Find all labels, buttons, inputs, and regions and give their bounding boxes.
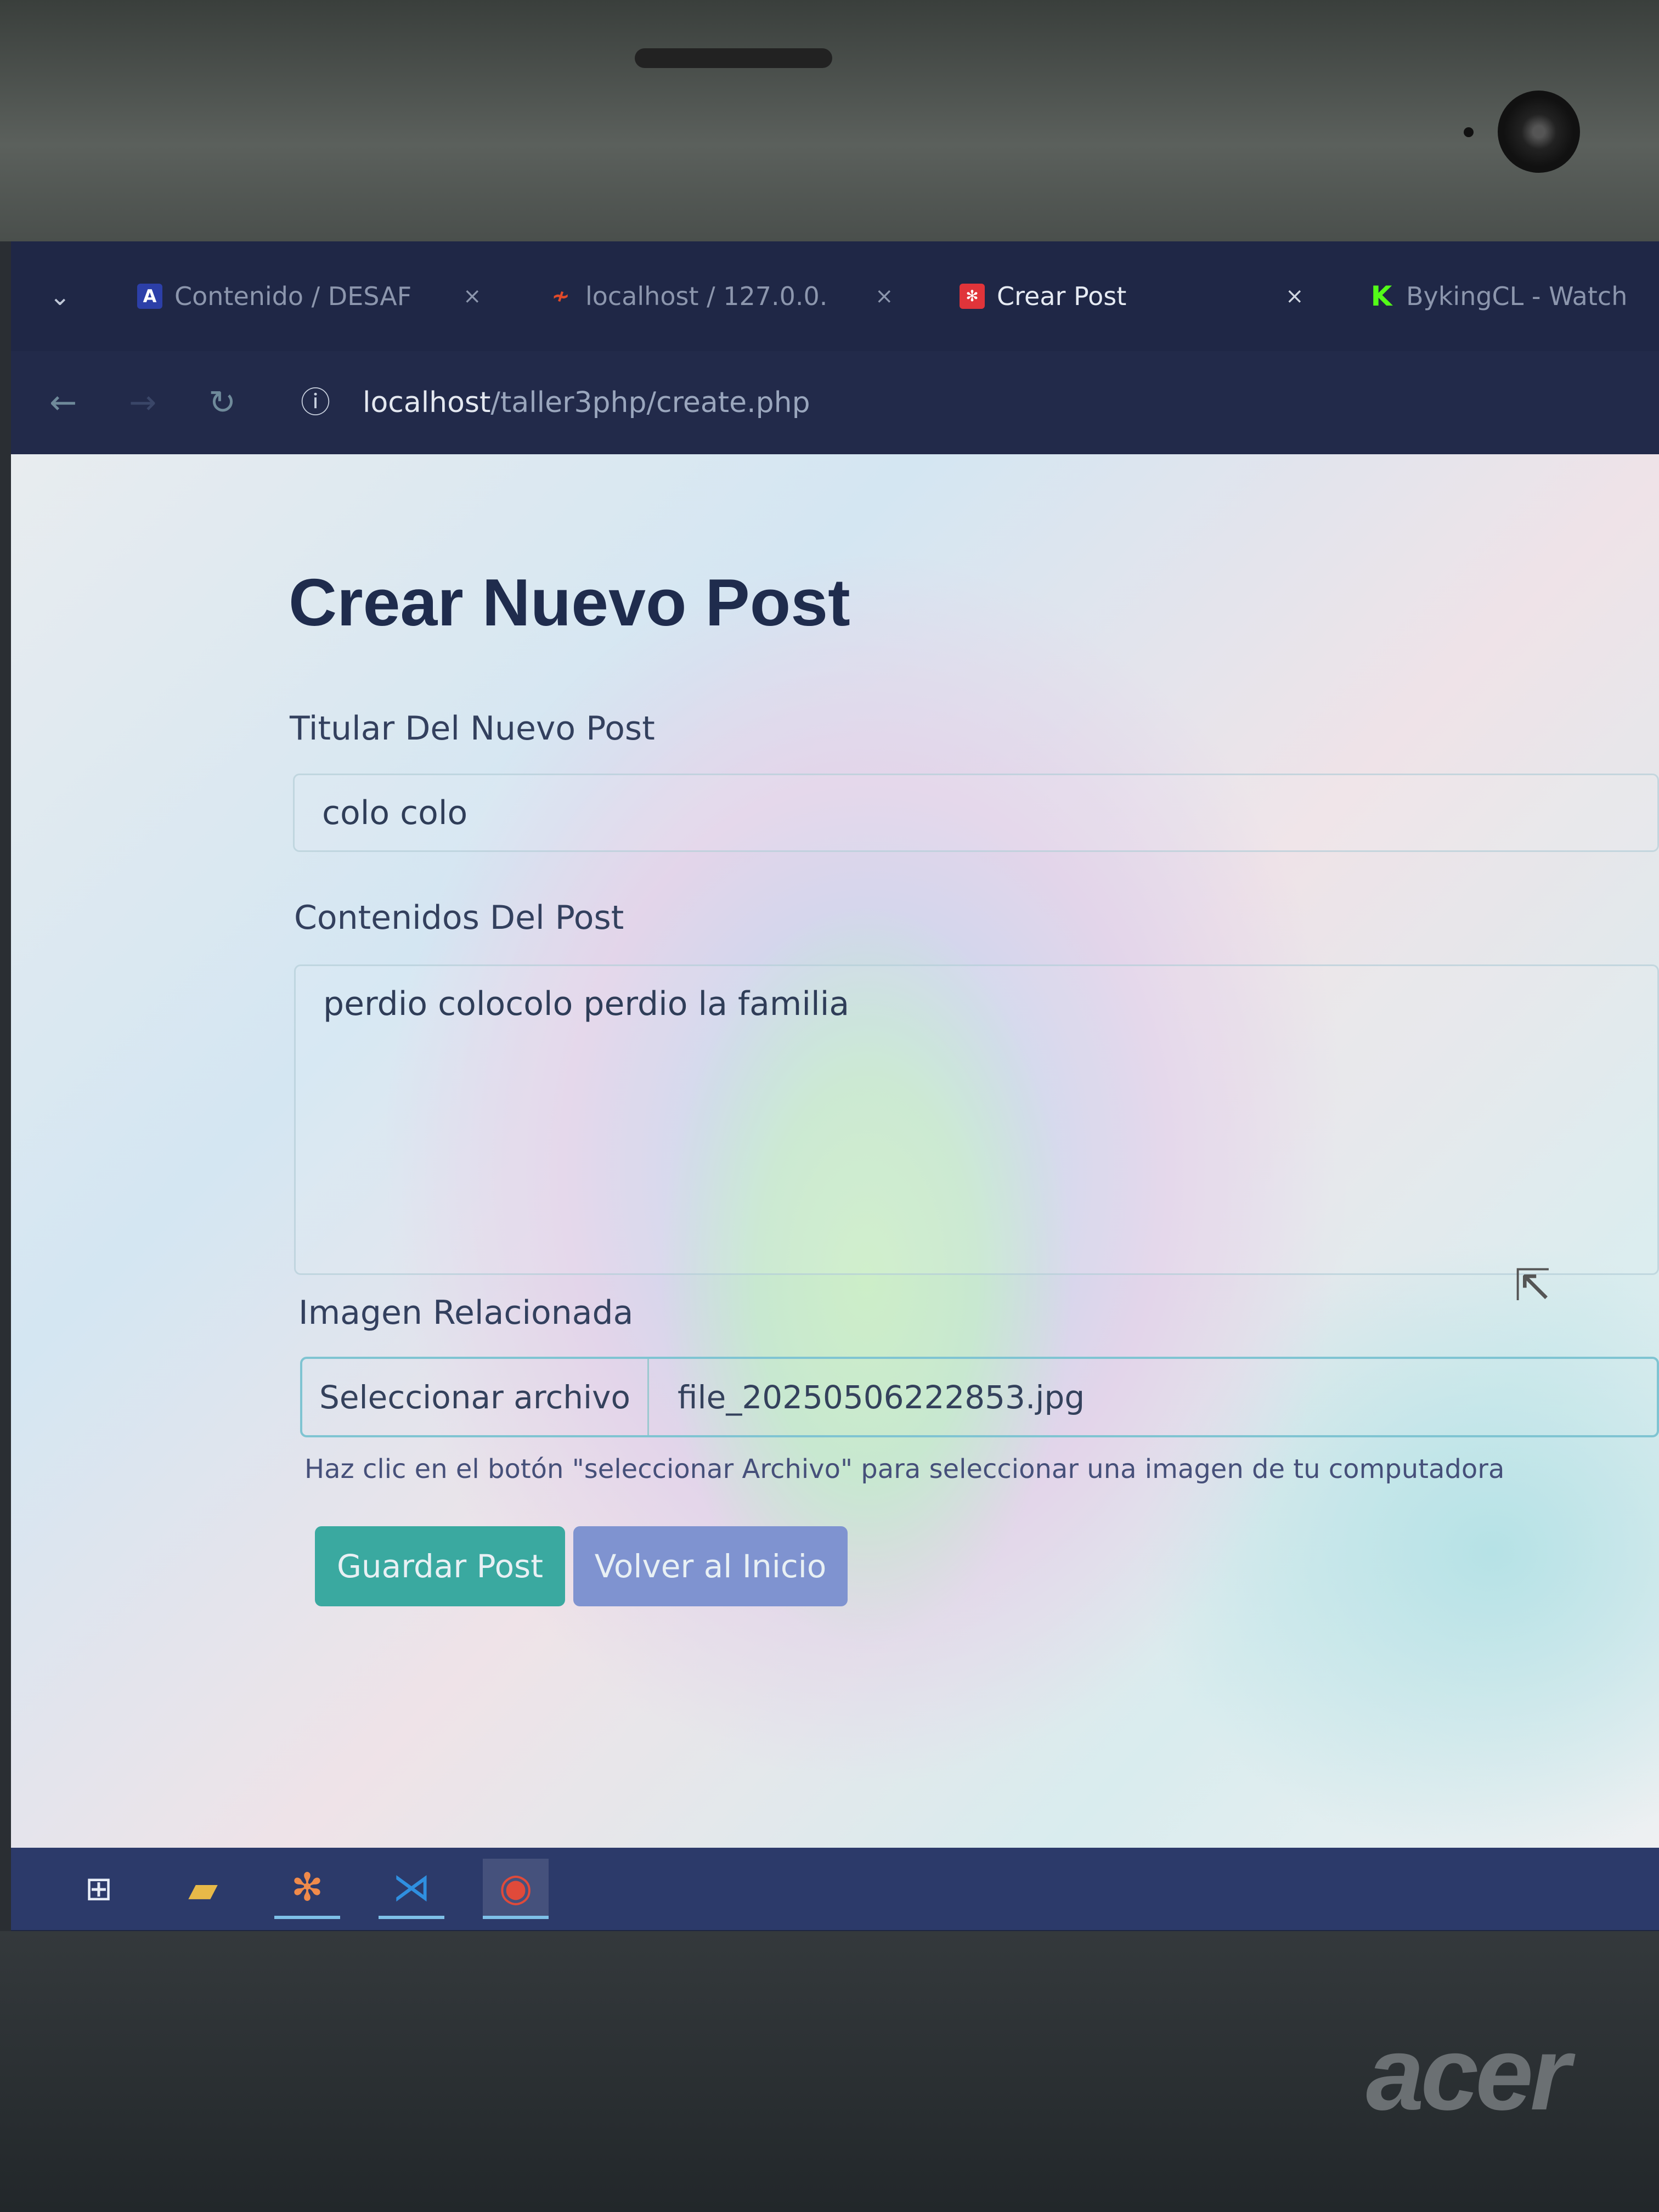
back-icon[interactable]: ← (49, 383, 129, 422)
tab-label: localhost / 127.0.0. (585, 281, 828, 311)
select-file-button[interactable]: Seleccionar archivo (302, 1359, 649, 1435)
close-tab-icon[interactable]: × (463, 280, 548, 313)
site-info-icon[interactable]: ⓘ (301, 383, 363, 422)
file-input[interactable]: Seleccionar archivo file_20250506222853.… (300, 1357, 1659, 1437)
tab-label: Crear Post (997, 281, 1127, 311)
vscode-icon[interactable]: ⋊ (379, 1859, 444, 1919)
close-tab-icon[interactable]: × (875, 280, 960, 313)
content-label: Contenidos Del Post (294, 899, 624, 937)
help-text: Haz clic en el botón "seleccionar Archiv… (304, 1454, 1505, 1485)
headline-value: colo colo (322, 794, 468, 832)
camera-led (1464, 127, 1474, 137)
moodle-icon: A (137, 284, 162, 309)
webcam-icon (1498, 91, 1580, 173)
xampp-icon[interactable]: ✻ (274, 1859, 340, 1919)
phpmyadmin-icon: ≁ (551, 284, 570, 309)
back-home-button[interactable]: Volver al Inicio (573, 1526, 848, 1606)
tab-label: BykingCL - Watch (1406, 281, 1628, 311)
content-value: perdio colocolo perdio la familia (323, 985, 850, 1023)
acer-logo: acer (1366, 2016, 1571, 2132)
laptop-bezel (0, 0, 1659, 241)
close-tab-icon[interactable]: × (1285, 280, 1369, 313)
screen: ⌄ A Contenido / DESAF × ≁ localhost / 12… (11, 241, 1659, 1931)
laptop-bottom-bezel: acer (0, 1931, 1659, 2212)
headline-input[interactable]: colo colo (293, 774, 1659, 852)
page-title: Crear Nuevo Post (289, 565, 850, 640)
windows-start-icon[interactable]: ⊞ (66, 1859, 132, 1919)
tab-contenido[interactable]: A Contenido / DESAF (137, 274, 463, 318)
forward-icon[interactable]: → (129, 383, 208, 422)
file-explorer-icon[interactable]: ▰ (170, 1859, 236, 1919)
button-row: Guardar Post Volver al Inicio (315, 1526, 1659, 1606)
taskbar: ⊞ ▰ ✻ ⋊ ◉ (11, 1848, 1659, 1930)
save-post-button[interactable]: Guardar Post (315, 1526, 565, 1606)
bezel-slot (635, 48, 832, 68)
url-input[interactable]: localhost/taller3php/create.php (363, 383, 810, 422)
tab-list-chevron-icon[interactable]: ⌄ (49, 274, 137, 318)
file-name: file_20250506222853.jpg (678, 1378, 1085, 1416)
image-label: Imagen Relacionada (298, 1294, 634, 1332)
content-textarea[interactable]: perdio colocolo perdio la familia (294, 964, 1659, 1275)
tab-localhost[interactable]: ≁ localhost / 127.0.0. (548, 274, 875, 318)
reload-icon[interactable]: ↻ (208, 383, 301, 422)
xampp-icon: ✻ (960, 284, 985, 309)
chrome-icon[interactable]: ◉ (483, 1859, 549, 1919)
headline-label: Titular Del Nuevo Post (290, 709, 655, 748)
tab-bar: ⌄ A Contenido / DESAF × ≁ localhost / 12… (11, 241, 1659, 351)
tab-label: Contenido / DESAF (174, 281, 412, 311)
mouse-cursor-icon: ⇱ (1514, 1260, 1551, 1311)
address-bar: ← → ↻ ⓘ localhost/taller3php/create.php (11, 351, 1659, 454)
tab-crear-post[interactable]: ✻ Crear Post (960, 274, 1285, 318)
page-content: Crear Nuevo Post Titular Del Nuevo Post … (11, 454, 1659, 1848)
kick-icon: K (1370, 280, 1392, 312)
tab-bykingcl[interactable]: K BykingCL - Watch (1369, 274, 1628, 318)
